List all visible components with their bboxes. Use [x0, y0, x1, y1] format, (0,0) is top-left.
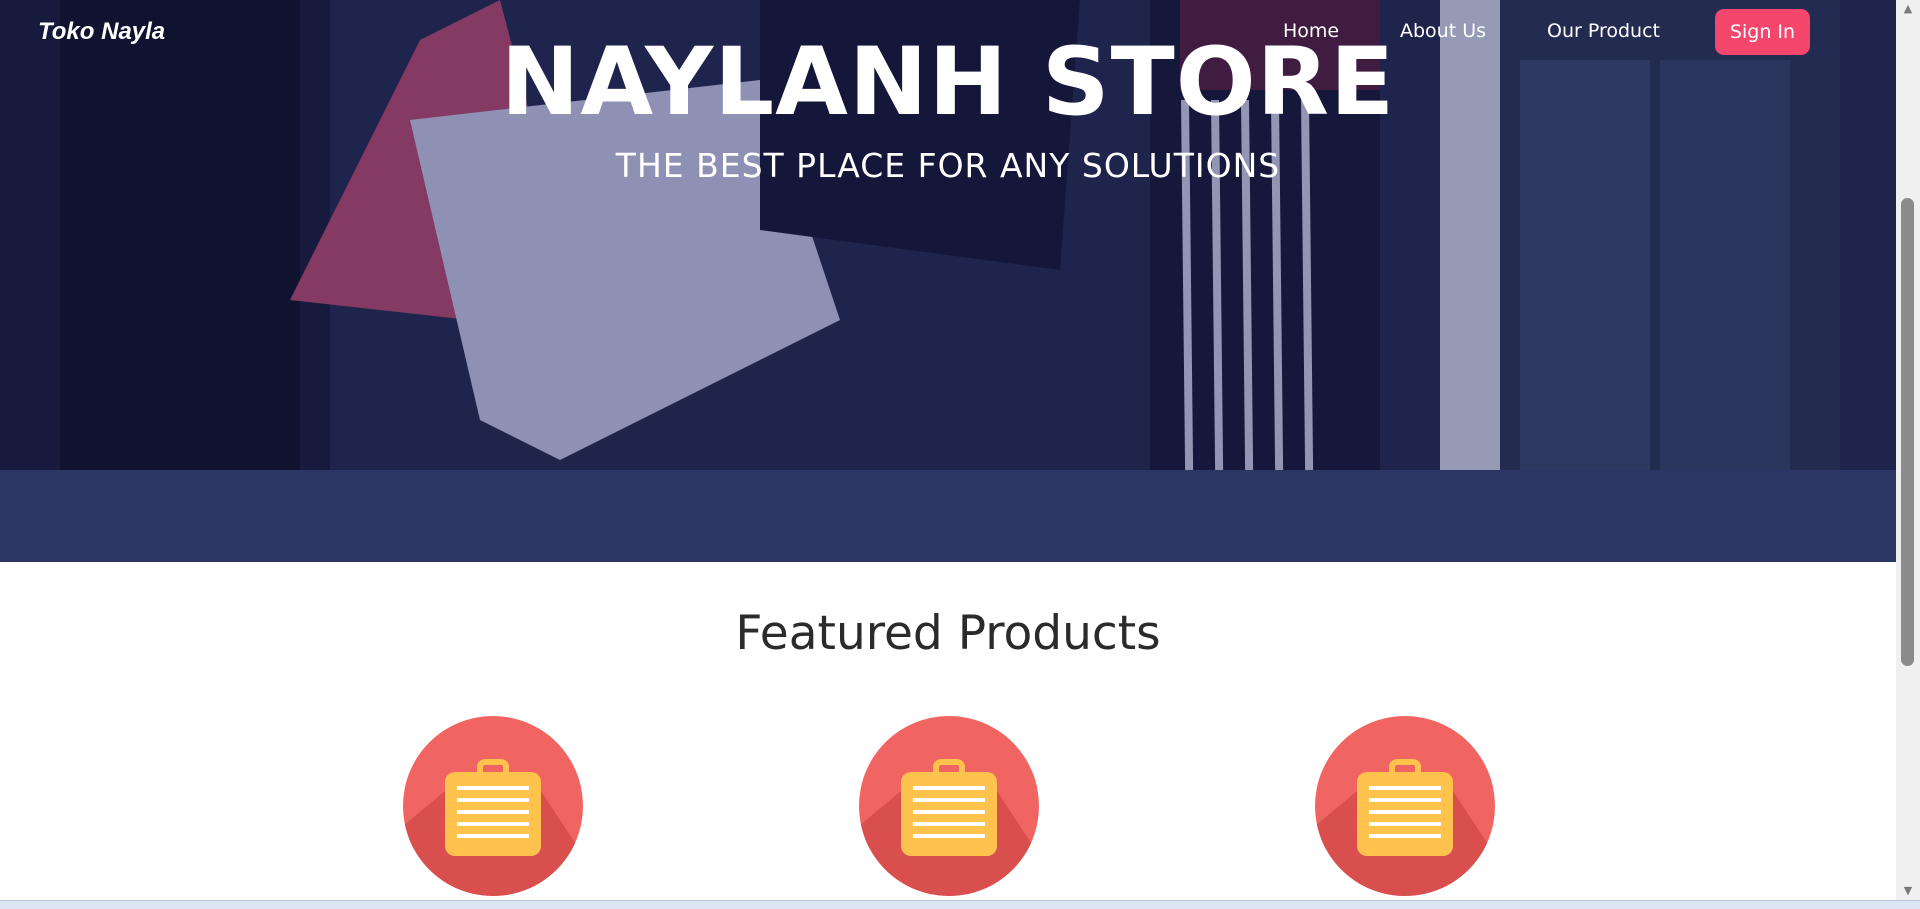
suitcase-icon: [859, 759, 1039, 896]
product-card-1[interactable]: [403, 716, 583, 896]
hero-title: NAYLANH STORE: [500, 28, 1396, 137]
hero-subtitle: THE BEST PLACE FOR ANY SOLUTIONS: [615, 146, 1281, 185]
vertical-scrollbar[interactable]: ▲ ▼: [1896, 0, 1920, 900]
suitcase-icon: [403, 759, 583, 896]
scroll-up-arrow-icon[interactable]: ▲: [1896, 0, 1920, 18]
product-card-2[interactable]: [859, 716, 1039, 896]
product-card-3[interactable]: [1315, 716, 1495, 896]
suitcase-icon: [1315, 759, 1495, 896]
featured-products-title: Featured Products: [735, 606, 1161, 661]
scroll-down-arrow-icon[interactable]: ▼: [1896, 882, 1920, 900]
page-viewport: Toko Nayla Home About Us Our Product Sig…: [0, 0, 1896, 900]
hero-banner: Toko Nayla Home About Us Our Product Sig…: [0, 0, 1896, 562]
scrollbar-thumb[interactable]: [1901, 198, 1914, 666]
